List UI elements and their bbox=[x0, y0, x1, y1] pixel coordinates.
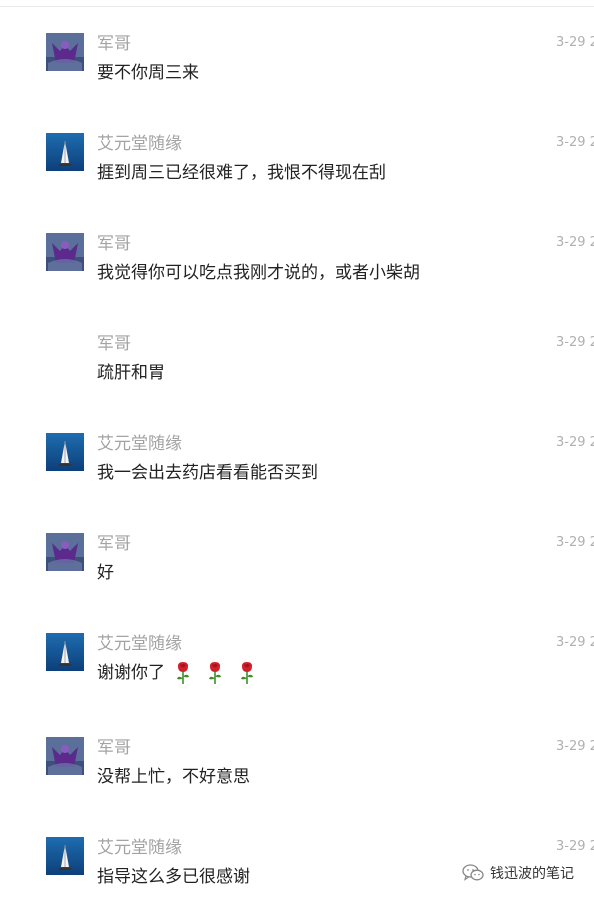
message-text-with-emoji: 谢谢你了 bbox=[97, 661, 261, 685]
message-row: 艾元堂随缘 3-29 2 捱到周三已经很难了，我恨不得现在刮 bbox=[0, 133, 594, 233]
sender-name: 艾元堂随缘 bbox=[97, 634, 182, 654]
chat-history-page: 军哥 3-29 2 要不你周三来 艾元堂随缘 3-29 2 捱到周三已经很难了，… bbox=[0, 0, 594, 900]
message-time: 3-29 2 bbox=[556, 435, 594, 450]
rose-icon bbox=[175, 661, 191, 685]
sailboat-avatar[interactable] bbox=[46, 433, 84, 471]
rose-icon bbox=[207, 661, 223, 685]
message-time: 3-29 2 bbox=[556, 739, 594, 754]
sender-name: 军哥 bbox=[97, 534, 131, 554]
message-text: 好 bbox=[97, 563, 114, 583]
sender-name: 艾元堂随缘 bbox=[97, 434, 182, 454]
wechat-icon bbox=[462, 864, 484, 882]
message-time: 3-29 2 bbox=[556, 35, 594, 50]
sender-name: 军哥 bbox=[97, 334, 131, 354]
message-row: 军哥 3-29 2 我觉得你可以吃点我刚才说的，或者小柴胡 bbox=[0, 233, 594, 333]
message-text: 我觉得你可以吃点我刚才说的，或者小柴胡 bbox=[97, 263, 420, 283]
purple-figure-avatar[interactable] bbox=[46, 737, 84, 775]
purple-figure-avatar[interactable] bbox=[46, 533, 84, 571]
message-time: 3-29 2 bbox=[556, 235, 594, 250]
message-text: 没帮上忙，不好意思 bbox=[97, 767, 250, 787]
purple-figure-avatar[interactable] bbox=[46, 33, 84, 71]
sailboat-avatar[interactable] bbox=[46, 133, 84, 171]
message-time: 3-29 2 bbox=[556, 535, 594, 550]
message-row: 军哥 3-29 2 好 bbox=[0, 533, 594, 633]
sender-name: 军哥 bbox=[97, 234, 131, 254]
message-row: 艾元堂随缘 3-29 2 谢谢你了 bbox=[0, 633, 594, 733]
message-row: 艾元堂随缘 3-29 2 我一会出去药店看看能否买到 bbox=[0, 433, 594, 533]
message-text: 指导这么多已很感谢 bbox=[97, 867, 250, 887]
message-row: 军哥 3-29 2 要不你周三来 bbox=[0, 33, 594, 133]
message-row: 军哥 3-29 2 没帮上忙，不好意思 bbox=[0, 737, 594, 837]
message-time: 3-29 2 bbox=[556, 839, 594, 854]
sailboat-avatar[interactable] bbox=[46, 837, 84, 875]
message-text: 要不你周三来 bbox=[97, 63, 199, 83]
sailboat-avatar[interactable] bbox=[46, 633, 84, 671]
message-time: 3-29 2 bbox=[556, 635, 594, 650]
message-text: 捱到周三已经很难了，我恨不得现在刮 bbox=[97, 163, 386, 183]
message-row: 军哥 3-29 2 疏肝和胃 bbox=[0, 333, 594, 433]
sender-name: 艾元堂随缘 bbox=[97, 134, 182, 154]
message-time: 3-29 2 bbox=[556, 135, 594, 150]
sender-name: 艾元堂随缘 bbox=[97, 838, 182, 858]
message-text: 疏肝和胃 bbox=[97, 363, 165, 383]
rose-icon bbox=[239, 661, 255, 685]
message-text: 我一会出去药店看看能否买到 bbox=[97, 463, 318, 483]
message-time: 3-29 2 bbox=[556, 335, 594, 350]
top-divider bbox=[0, 6, 594, 7]
purple-figure-avatar[interactable] bbox=[46, 233, 84, 271]
watermark-text: 钱迅波的笔记 bbox=[490, 866, 574, 882]
sender-name: 军哥 bbox=[97, 738, 131, 758]
watermark: 钱迅波的笔记 bbox=[462, 862, 574, 884]
sender-name: 军哥 bbox=[97, 34, 131, 54]
message-text: 谢谢你了 bbox=[97, 663, 165, 683]
